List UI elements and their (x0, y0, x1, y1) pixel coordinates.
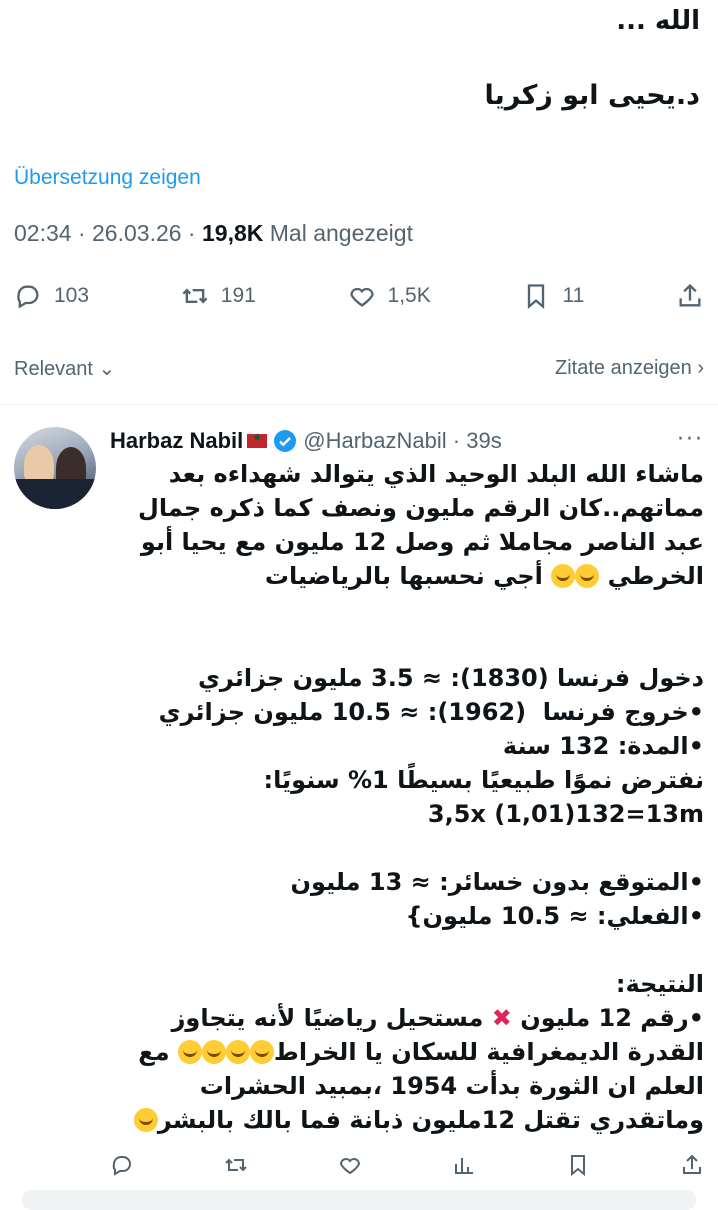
views-label: Mal angezeigt (269, 220, 413, 246)
reply-actions (110, 1145, 704, 1185)
laughing-emoji-icon (551, 564, 576, 588)
avatar[interactable] (14, 427, 96, 509)
reply-line: •رقم 12 مليون ✖ مستحيل رياضيًا لأنه يتجا… (129, 1004, 704, 1134)
author-handle[interactable]: @HarbazNabil (303, 428, 446, 454)
reply-icon (17, 285, 39, 309)
tweet-actions: 103 191 1,5K 11 (14, 272, 704, 320)
reply-composer-bar[interactable] (22, 1190, 696, 1210)
tweet-text-line: الله ... (616, 6, 700, 36)
laughing-emoji-icon (201, 1040, 226, 1064)
cross-mark-icon: ✖ (491, 1004, 512, 1032)
reply-icon[interactable] (110, 1153, 134, 1177)
reply-line: 3,5x (1,01)132=13m (427, 800, 704, 828)
like-count: 1,5K (387, 284, 431, 307)
tweet-meta: 02:34 · 26.03.26 · 19,8K Mal angezeigt (14, 220, 413, 246)
reply-line: •المدة: 132 سنة (502, 732, 704, 760)
repost-button[interactable]: 191 (181, 282, 256, 310)
tweet-date[interactable]: 26.03.26 (92, 220, 182, 246)
laughing-emoji-icon (133, 1108, 158, 1132)
repost-icon[interactable] (224, 1153, 248, 1177)
repost-icon (182, 288, 208, 304)
reply-time[interactable]: 39s (466, 428, 501, 454)
bookmark-button[interactable]: 11 (522, 282, 584, 310)
reply-text: ماشاء الله البلد الوحيد الذي يتوالد شهدا… (104, 457, 704, 1137)
views-count: 19,8K (202, 220, 264, 246)
author-name[interactable]: Harbaz Nabil (110, 428, 243, 454)
reply-button[interactable]: 103 (14, 282, 89, 310)
laughing-emoji-icon (575, 564, 600, 588)
views-icon[interactable] (452, 1153, 476, 1177)
like-button[interactable]: 1,5K (348, 282, 431, 310)
heart-icon[interactable] (338, 1153, 362, 1177)
chevron-down-icon: ⌄ (98, 357, 116, 380)
more-options-icon[interactable]: ··· (677, 427, 704, 452)
share-icon[interactable] (680, 1153, 704, 1177)
view-quotes-label: Zitate anzeigen (555, 356, 692, 379)
replies-sort-row: Relevant ⌄ Zitate anzeigen › (14, 350, 704, 386)
tweet-time[interactable]: 02:34 (14, 220, 72, 246)
laughing-emoji-icon (225, 1040, 250, 1064)
reply-line: •خروج فرنسا (1962): ≈ 10.5 مليون جزائري (158, 698, 704, 726)
sort-dropdown[interactable]: Relevant ⌄ (14, 356, 115, 381)
chevron-right-icon: › (697, 356, 704, 379)
bookmark-icon (528, 284, 545, 309)
reply-line: نفترض نموًا طبيعيًا بسيطًا 1% سنويًا: (263, 766, 704, 794)
reply-header: Harbaz Nabil @HarbazNabil · 39s (110, 425, 704, 457)
bookmark-icon[interactable] (566, 1153, 590, 1177)
show-translation-link[interactable]: Übersetzung zeigen (14, 166, 201, 190)
reply-line: •الفعلي: ≈ 10.5 مليون} (405, 902, 704, 930)
share-button[interactable] (676, 282, 704, 310)
share-icon (679, 283, 701, 307)
reply-para: ماشاء الله البلد الوحيد الذي يتوالد شهدا… (129, 460, 704, 590)
morocco-flag-icon (247, 431, 268, 448)
laughing-emoji-icon (249, 1040, 274, 1064)
reply-count: 103 (54, 284, 90, 307)
repost-count: 191 (220, 284, 256, 307)
verified-badge-icon (274, 430, 297, 452)
reply-line: •المتوقع بدون خسائر: ≈ 13 مليون (290, 868, 704, 896)
heart-icon (349, 287, 374, 307)
reply-line: النتيجة: (615, 970, 704, 998)
divider (0, 404, 718, 405)
tweet-author-signature: د.يحيى ابو زكريا (484, 80, 701, 111)
view-quotes-link[interactable]: Zitate anzeigen › (555, 357, 704, 380)
bookmark-count: 11 (562, 284, 585, 307)
sort-label: Relevant (14, 357, 93, 380)
reply-line: دخول فرنسا (1830): ≈ 3.5 مليون جزائري (197, 664, 704, 692)
laughing-emoji-icon (177, 1040, 202, 1064)
